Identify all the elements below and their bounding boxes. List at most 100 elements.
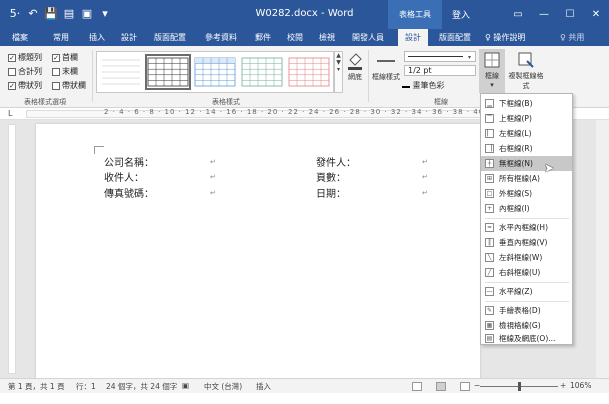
table-style-grid[interactable] [145, 54, 191, 90]
tab-references[interactable]: 參考資料 [200, 29, 242, 46]
menu-item-label: 框線及網底(O)... [499, 334, 556, 343]
menu-item-inside-vertical-border[interactable]: ║ 垂直內框線(V) [481, 235, 572, 250]
tell-me-search[interactable]: ♀ 操作說明 [485, 29, 525, 46]
menu-item-label: 水平內框線(H) [499, 223, 548, 232]
table-style-blue[interactable] [194, 56, 236, 88]
first-column-label: 首欄 [62, 53, 78, 62]
word-count[interactable]: 24 個字，共 24 個字 [106, 381, 177, 392]
close-icon[interactable]: ✕ [583, 0, 609, 29]
tab-selector-icon[interactable]: L [8, 109, 12, 118]
sender-cell[interactable]: 發件人： [316, 154, 356, 169]
left-border-icon: ▏ [485, 129, 494, 138]
border-styles-button[interactable]: 框線樣式 [372, 52, 400, 82]
table-style-teal[interactable] [241, 56, 283, 88]
zoom-in-button[interactable]: + [560, 381, 566, 390]
minimize-icon[interactable]: — [531, 0, 557, 29]
read-mode-icon[interactable] [412, 382, 422, 391]
banded-rows-checkbox[interactable]: ✓ 帶狀列 [8, 80, 42, 91]
tab-table-design[interactable]: 設計 [398, 29, 428, 46]
recipient-cell[interactable]: 收件人： [104, 169, 144, 184]
border-painter-label: 複製框線格式 [508, 72, 544, 90]
menu-item-inside-horizontal-border[interactable]: ═ 水平內框線(H) [481, 220, 572, 235]
header-row-checkbox[interactable]: ✓ 標題列 [8, 52, 42, 63]
print-layout-icon[interactable] [436, 382, 446, 391]
tab-mailings[interactable]: 郵件 [250, 29, 276, 46]
vertical-scrollbar[interactable] [596, 120, 609, 378]
menu-item-label: 內框線(I) [499, 204, 530, 213]
pen-icon [402, 80, 410, 88]
tab-view[interactable]: 檢視 [314, 29, 340, 46]
all-borders-icon: ⊞ [485, 174, 494, 183]
table-style-plain[interactable] [100, 56, 142, 88]
table-styles-gallery[interactable] [96, 51, 334, 93]
share-button[interactable]: ♀ 共用 [560, 29, 584, 46]
menu-item-left-border[interactable]: ▏ 左框線(L) [481, 126, 572, 141]
menu-item-right-border[interactable]: ▕ 右框線(R) [481, 141, 572, 156]
document-page[interactable]: 公司名稱： 收件人： 傳真號碼： 發件人： 頁數： 日期： ↵ ↵ ↵ ↵ ↵ … [36, 124, 480, 384]
menu-item-inside-borders[interactable]: + 內框線(I) [481, 201, 572, 216]
tab-file[interactable]: 檔案 [6, 29, 34, 46]
maximize-icon[interactable]: ☐ [557, 0, 583, 29]
pages-cell[interactable]: 頁數： [316, 169, 346, 184]
zoom-level[interactable]: 106% [570, 381, 591, 390]
vertical-ruler[interactable] [8, 124, 16, 374]
menu-item-label: 手繪表格(D) [499, 306, 541, 315]
language[interactable]: 中文 (台灣) [204, 381, 242, 392]
line-weight-dropdown[interactable]: 1/2 pt [404, 65, 476, 76]
window-controls: ▭ — ☐ ✕ [505, 0, 609, 29]
menu-item-bottom-border[interactable]: ▁ 下框線(B) [481, 96, 572, 111]
tab-developer[interactable]: 開發人員 [348, 29, 388, 46]
last-column-checkbox[interactable]: 末欄 [52, 66, 78, 77]
horizontal-line-icon: — [485, 287, 494, 296]
date-cell[interactable]: 日期： [316, 185, 346, 200]
tab-home[interactable]: 常用 [48, 29, 74, 46]
menu-item-draw-table[interactable]: ✎ 手繪表格(D) [481, 303, 572, 318]
checkbox-unchecked [8, 67, 16, 76]
pen-color-button[interactable]: 畫筆色彩 [402, 80, 462, 91]
menu-item-borders-and-shading[interactable]: ▤ 框線及網底(O)... [481, 331, 572, 346]
border-style-icon [377, 60, 395, 62]
line-style-dropdown[interactable]: ▾ [404, 51, 476, 62]
signin-link[interactable]: 登入 [452, 8, 470, 21]
gallery-scroll-icon[interactable]: ▲ ▼ ▾ [334, 51, 343, 93]
ruler-ticks: 2 · 4 · 6 · 8 · 10 · 12 · 14 · 16 · 18 ·… [104, 108, 485, 116]
divider [92, 50, 93, 102]
fax-number-cell[interactable]: 傳真號碼： [104, 185, 154, 200]
banded-columns-checkbox[interactable]: 帶狀欄 [52, 80, 86, 91]
paint-bucket-icon [348, 53, 362, 70]
shading-button[interactable]: 網底 [345, 52, 365, 82]
ribbon-display-icon[interactable]: ▭ [505, 0, 531, 29]
chevron-down-icon: ▾ [490, 81, 494, 89]
menu-item-diagonal-down-border[interactable]: ╲ 左斜框線(W) [481, 250, 572, 265]
line-weight-value: 1/2 pt [408, 66, 432, 75]
menu-item-top-border[interactable]: ▔ 上框線(P) [481, 111, 572, 126]
menu-item-diagonal-up-border[interactable]: ╱ 右斜框線(U) [481, 265, 572, 280]
border-painter-button[interactable]: 複製框線格式 [508, 49, 544, 91]
tab-layout[interactable]: 版面配置 [150, 29, 190, 46]
company-name-cell[interactable]: 公司名稱： [104, 154, 154, 169]
view-gridlines-icon: ▦ [485, 321, 494, 330]
tab-design[interactable]: 設計 [116, 29, 142, 46]
tab-insert[interactable]: 插入 [84, 29, 110, 46]
zoom-slider-thumb[interactable] [518, 382, 521, 391]
tab-review[interactable]: 校閱 [282, 29, 308, 46]
page-count[interactable]: 第 1 頁，共 1 頁 [8, 381, 65, 392]
menu-item-no-border[interactable]: ┼ 無框線(N) [481, 156, 572, 171]
insert-mode[interactable]: 插入 [256, 381, 271, 392]
web-layout-icon[interactable] [460, 382, 470, 391]
menu-item-all-borders[interactable]: ⊞ 所有框線(A) [481, 171, 572, 186]
menu-item-label: 下框線(B) [499, 99, 533, 108]
line-style-preview: ▾ [408, 54, 471, 61]
borders-button[interactable]: 框線 ▾ [479, 49, 505, 93]
menu-item-horizontal-line[interactable]: — 水平線(Z) [481, 284, 572, 299]
tab-table-layout[interactable]: 版面配置 [434, 29, 476, 46]
menu-item-outside-borders[interactable]: □ 外框線(S) [481, 186, 572, 201]
table-style-red[interactable] [288, 56, 330, 88]
first-column-checkbox[interactable]: ✓ 首欄 [52, 52, 78, 63]
menu-item-label: 所有框線(A) [499, 174, 540, 183]
inside-horizontal-border-icon: ═ [485, 223, 494, 232]
proofing-icon[interactable]: ▣ [182, 381, 189, 390]
checkbox-checked: ✓ [8, 53, 16, 62]
total-row-checkbox[interactable]: 合計列 [8, 66, 42, 77]
banded-rows-label: 帶狀列 [18, 81, 42, 90]
